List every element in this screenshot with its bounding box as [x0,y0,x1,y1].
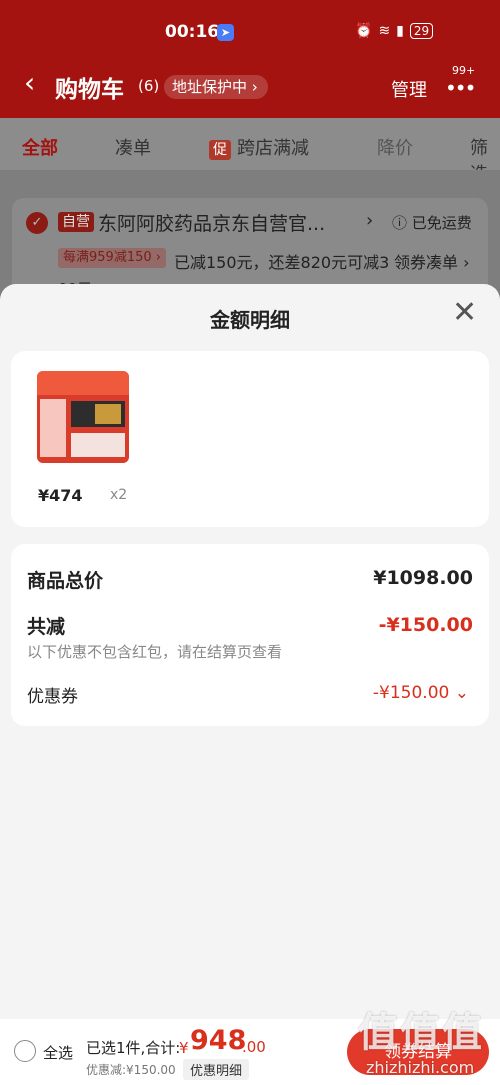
watermark-url: zhizhizhi.com [366,1058,475,1077]
back-icon[interactable]: ‹ [24,68,35,98]
promo-link[interactable]: 领券凑单 › [394,249,470,273]
self-operated-badge: 自营 [58,212,94,232]
reduce-label: 共减 [27,616,66,638]
status-icons: ⏰ ≋ ▮ 29 [355,23,434,39]
select-all-checkbox[interactable] [14,1040,36,1062]
alarm-icon: ⏰ [355,23,373,39]
discount-amount: 优惠减:¥150.00 [86,1063,176,1077]
promo-link-label: 领券凑单 [394,253,459,272]
free-shipping-label: 已免运费 [411,214,472,232]
address-protect-button[interactable]: 地址保护中 › [164,75,268,99]
tab-cross-store-label: 跨店满减 [237,138,309,159]
promo-tag-icon: 促 [209,140,231,160]
summary-card: 商品总价 ¥1098.00 共减 -¥150.00 以下优惠不包含红包，请在结算… [11,544,489,726]
total-value: ¥1098.00 [373,567,473,589]
store-check-icon[interactable]: ✓ [26,212,48,234]
product-price: ¥474 [38,486,83,505]
signal-icon: ▮ [396,23,404,39]
total-decimal: .00 [242,1038,266,1056]
total-label: 商品总价 [27,570,104,592]
tab-cross-store[interactable]: 促跨店满减 [209,134,309,160]
select-all-label[interactable]: 全选 [43,1042,73,1063]
location-icon: ➤ [217,24,234,41]
discount-detail-button[interactable]: 优惠明细 [183,1059,250,1080]
promo-tag: 每满959减150 › [58,248,166,268]
battery-icon: 29 [409,23,434,39]
promo-tag-label: 每满959减150 [63,250,152,265]
tab-price-drop[interactable]: 降价 [377,134,413,160]
coupon-value-amount: -¥150.00 [372,683,450,703]
product-thumbnail[interactable] [37,371,129,463]
product-quantity: x2 [110,487,128,503]
total-amount: 948 [190,1025,247,1056]
page-title: 购物车 [55,77,124,103]
watermark-logo: 值值值 [358,1010,484,1056]
store-name[interactable]: 东阿阿胶药品京东自营官... [98,209,325,236]
reduce-value: -¥150.00 [378,614,473,636]
sheet-title: 金额明细 [210,308,290,332]
free-shipping: ⓘ 已免运费 [392,212,472,233]
selected-summary: 已选1件,合计: [86,1039,181,1057]
cart-tabs: 全部 凑单 促跨店满减 降价 筛选 [0,118,500,185]
info-icon: ⓘ [392,214,408,232]
chevron-right-icon: › [366,210,374,231]
wifi-icon: ≋ [378,23,391,39]
close-icon[interactable]: ✕ [452,298,477,328]
promo-text: 已减150元，还差820元可减3 [174,253,390,272]
address-protect-label: 地址保护中 [172,78,248,96]
chevron-down-icon: ⌄ [454,683,469,703]
overlay-dim[interactable]: ✓ 自营 东阿阿胶药品京东自营官... › ⓘ 已免运费 每满959减150 ›… [0,170,500,308]
top-bar: 00:16 ➤ ⏰ ≋ ▮ 29 ‹ 购物车 (6) 地址保护中 › 管理 99… [0,0,500,118]
manage-button[interactable]: 管理 [391,76,427,102]
goods-card: ¥474 x2 [11,351,489,527]
status-time: 00:16 [165,22,220,42]
status-bar: 00:16 ➤ ⏰ ≋ ▮ 29 [0,22,500,46]
more-icon[interactable]: ••• [445,76,476,100]
site-watermark: 值值值 zhizhizhi.com [354,1000,500,1085]
tab-bundle[interactable]: 凑单 [115,134,151,160]
cart-count: (6) [138,77,160,95]
coupon-label: 优惠券 [27,687,78,707]
discount-note: 以下优惠不包含红包，请在结算页查看 [27,643,283,661]
cart-header: ‹ 购物车 (6) 地址保护中 › 管理 99+ ••• [0,64,500,110]
tab-all[interactable]: 全部 [22,134,58,160]
amount-detail-sheet: 金额明细 ✕ ¥474 x2 商品总价 ¥1098.00 共减 -¥150.00… [0,284,500,1019]
coupon-value[interactable]: -¥150.00 ⌄ [373,683,469,703]
currency-symbol: ¥ [179,1039,189,1057]
